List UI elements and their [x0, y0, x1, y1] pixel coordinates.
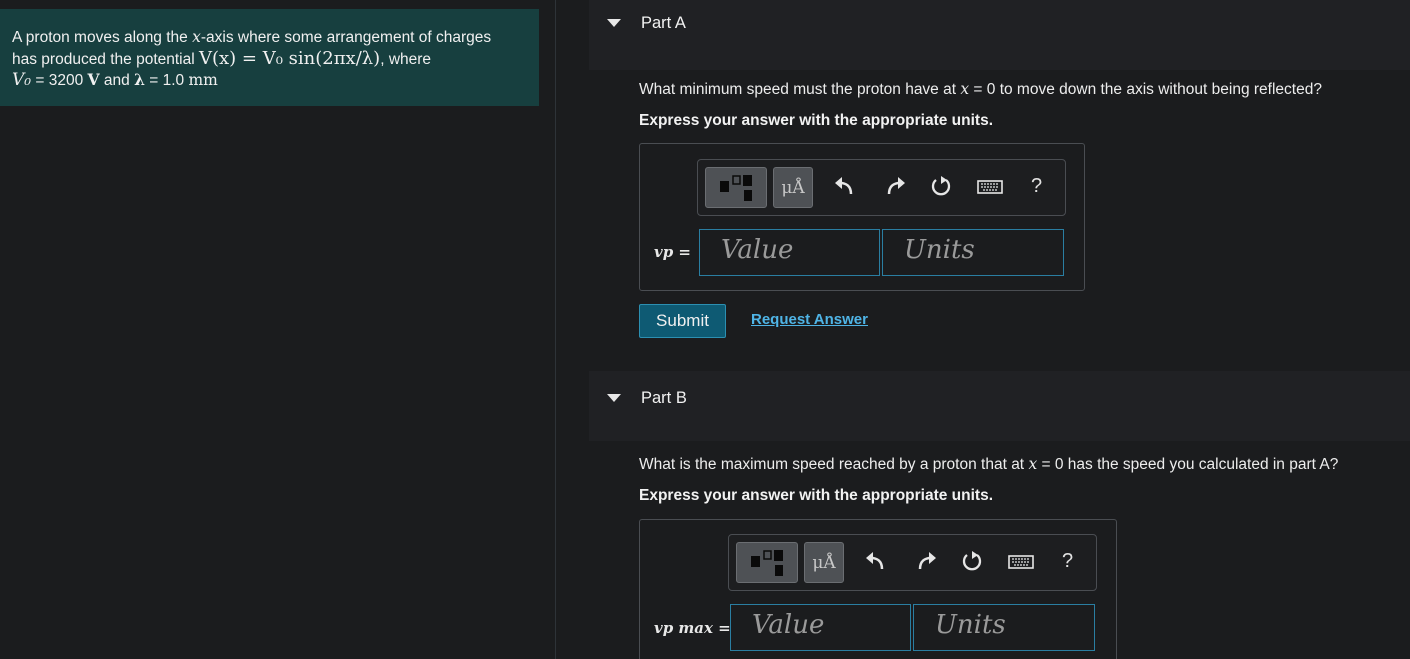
- problem-line-3: V₀ = 3200 V and λ = 1.0 mm: [12, 70, 218, 90]
- units-button[interactable]: μÅ: [804, 542, 844, 583]
- part-b-instruction: Express your answer with the appropriate…: [639, 487, 994, 504]
- redo-icon[interactable]: [913, 549, 939, 575]
- problem-line-1: A proton moves along the x-axis where so…: [12, 28, 492, 46]
- collapse-triangle-icon[interactable]: [607, 19, 621, 27]
- potential-formula: V(x) = V₀ sin(2πx/λ): [199, 47, 381, 69]
- part-b-variable-label: vp max =: [654, 619, 731, 637]
- part-a-instruction: Express your answer with the appropriate…: [639, 112, 994, 129]
- part-b-question: What is the maximum speed reached by a p…: [639, 455, 1339, 473]
- help-icon[interactable]: ?: [1031, 175, 1042, 198]
- part-a-variable-label: vp =: [654, 243, 691, 261]
- part-b-answer-box: μÅ ? vp max = Value Units: [639, 519, 1117, 659]
- keyboard-icon[interactable]: [976, 174, 1004, 200]
- part-a-units-input[interactable]: Units: [882, 229, 1064, 276]
- templates-button[interactable]: [705, 167, 767, 208]
- help-icon[interactable]: ?: [1062, 550, 1073, 573]
- part-a-value-input[interactable]: Value: [699, 229, 880, 276]
- units-button[interactable]: μÅ: [773, 167, 813, 208]
- part-a-title: Part A: [641, 14, 686, 32]
- part-a-toolbar: μÅ ?: [697, 159, 1066, 216]
- part-a-header[interactable]: Part A: [589, 0, 1410, 70]
- problem-statement: A proton moves along the x-axis where so…: [0, 9, 539, 106]
- redo-icon[interactable]: [882, 174, 908, 200]
- undo-icon[interactable]: [863, 549, 889, 575]
- templates-button[interactable]: [736, 542, 798, 583]
- part-a-question: What minimum speed must the proton have …: [639, 80, 1322, 98]
- part-b-toolbar: μÅ ?: [728, 534, 1097, 591]
- part-b-header[interactable]: Part B: [589, 371, 1410, 441]
- reset-icon[interactable]: [959, 549, 985, 575]
- panel-divider: [555, 0, 556, 659]
- fraction-template-icon: [751, 550, 783, 576]
- request-answer-link[interactable]: Request Answer: [751, 311, 868, 328]
- part-b-value-input[interactable]: Value: [730, 604, 911, 651]
- part-a-answer-box: μÅ ? vp = Value Units: [639, 143, 1085, 291]
- reset-icon[interactable]: [928, 174, 954, 200]
- keyboard-icon[interactable]: [1007, 549, 1035, 575]
- part-b-units-input[interactable]: Units: [913, 604, 1095, 651]
- part-b-title: Part B: [641, 389, 687, 407]
- fraction-template-icon: [720, 175, 752, 201]
- undo-icon[interactable]: [832, 174, 858, 200]
- problem-line-2: has produced the potential V(x) = V₀ sin…: [12, 47, 432, 69]
- submit-button[interactable]: Submit: [639, 304, 726, 338]
- collapse-triangle-icon[interactable]: [607, 394, 621, 402]
